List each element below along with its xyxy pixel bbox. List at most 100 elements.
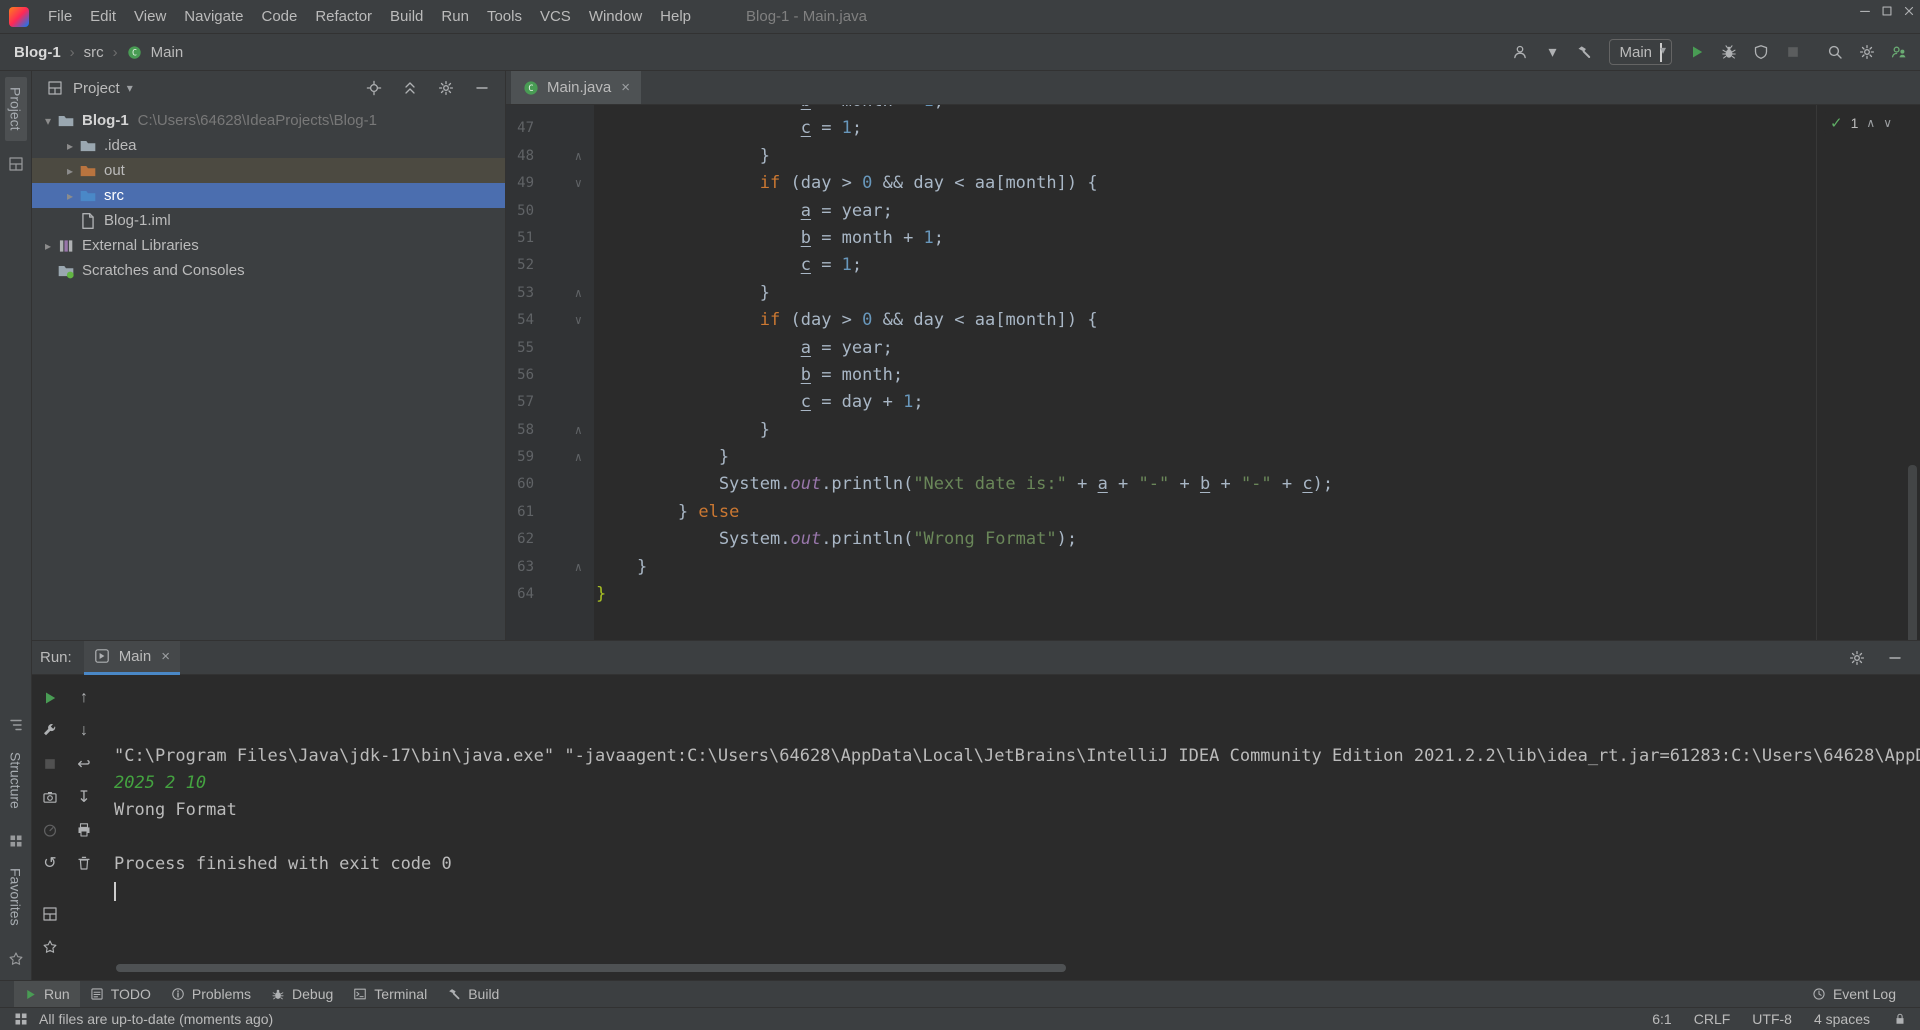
project-panel-title[interactable]: Project [73,80,120,97]
breadcrumb-item-blog-1[interactable]: Blog-1 [14,44,61,61]
bottom-tab-build[interactable]: Build [437,981,509,1008]
code-with-me-icon[interactable] [1888,41,1910,63]
win-close-icon[interactable] [1898,0,1920,22]
tree-item-blog-1-iml[interactable]: Blog-1.iml [32,208,505,233]
close-icon[interactable]: × [161,648,170,665]
code-line[interactable]: 58 ∧ } [506,417,1920,444]
status-6-1[interactable]: 6:1 [1652,1011,1671,1027]
search-icon[interactable] [1824,41,1846,63]
inspections-widget[interactable]: ✓ 1 ∧ ∨ [1824,112,1898,134]
win-min-icon[interactable] [1854,0,1876,22]
chevron-collapsed-icon[interactable]: ▸ [61,139,79,153]
scroll-end-icon[interactable]: ↧ [73,786,95,808]
lock-icon[interactable] [1892,1011,1908,1027]
chevron-down-icon[interactable]: ▾ [127,81,133,95]
toolwindows-icon[interactable] [39,903,61,925]
trash-icon[interactable] [73,852,95,874]
structure-icon[interactable] [5,714,27,736]
gear-icon[interactable] [435,77,457,99]
run-configuration-combo[interactable]: Main ▾ [1609,39,1672,65]
menu-run[interactable]: Run [432,0,478,33]
menu-vcs[interactable]: VCS [531,0,580,33]
tree-item-src[interactable]: ▸ src [32,183,505,208]
toolwindow-switcher-icon[interactable] [12,1010,30,1028]
code-line[interactable]: 50 a = year; [506,198,1920,225]
breadcrumb-item-main[interactable]: Main [151,44,184,61]
user-icon[interactable] [1509,41,1531,63]
console-horizontal-scrollbar[interactable] [116,964,1066,972]
star-icon[interactable] [5,948,27,970]
stripe-button-structure[interactable]: Structure [5,742,27,819]
code-line[interactable]: 62 System.out.println("Wrong Format"); [506,526,1920,553]
tree-item-blog-1[interactable]: ▾ Blog-1 C:\Users\64628\IdeaProjects\Blog-… [32,108,505,133]
collapse-all-icon[interactable] [399,77,421,99]
print-icon[interactable] [73,819,95,841]
status-crlf[interactable]: CRLF [1694,1011,1731,1027]
code-line[interactable]: 64} [506,581,1920,608]
fold-marker-icon[interactable]: ∨ [534,307,594,334]
menu-view[interactable]: View [125,0,175,33]
stripe-button-favorites[interactable]: Favorites [5,858,27,936]
status-4-spaces[interactable]: 4 spaces [1814,1011,1870,1027]
fold-marker-icon[interactable]: ∧ [534,280,594,307]
code-line[interactable]: 60 System.out.println("Next date is:" + … [506,471,1920,498]
code-line[interactable]: 52 c = 1; [506,252,1920,279]
menu-refactor[interactable]: Refactor [306,0,381,33]
pin-icon[interactable] [39,936,61,958]
softwrap-icon[interactable]: ↩ [73,753,95,775]
bottom-tab-todo[interactable]: TODO [80,981,161,1008]
status-utf-8[interactable]: UTF-8 [1752,1011,1792,1027]
stop-icon[interactable] [39,753,61,775]
code-line[interactable]: 63 ∧ } [506,554,1920,581]
code-line[interactable]: 49 ∨ if (day > 0 && day < aa[month]) { [506,170,1920,197]
menu-tools[interactable]: Tools [478,0,531,33]
code-line[interactable]: 47 c = 1; [506,115,1920,142]
code-area[interactable]: 46 b = month + 1;47 c = 1;48∧ }49∨ if (d… [506,105,1920,640]
menu-file[interactable]: File [39,0,81,33]
hide-icon[interactable] [471,77,493,99]
fold-marker-icon[interactable]: ∧ [534,444,594,471]
menu-navigate[interactable]: Navigate [175,0,252,33]
chevron-collapsed-icon[interactable]: ▸ [39,239,57,253]
fold-marker-icon[interactable]: ∧ [534,143,594,170]
screenshot-icon[interactable] [39,786,61,808]
tree-item-external-libraries[interactable]: ▸ External Libraries [32,233,505,258]
code-line[interactable]: 51 b = month + 1; [506,225,1920,252]
code-line[interactable]: 54 ∨ if (day > 0 && day < aa[month]) { [506,307,1920,334]
bug-icon[interactable] [1718,41,1740,63]
chevron-collapsed-icon[interactable]: ▸ [61,189,79,203]
close-icon[interactable]: × [621,79,630,96]
hide-icon[interactable] [1884,647,1906,669]
menu-help[interactable]: Help [651,0,700,33]
locate-icon[interactable] [363,77,385,99]
breadcrumb-item-src[interactable]: src [84,44,104,61]
caret-down-icon[interactable]: ▾ [1541,41,1563,63]
run-tab-main[interactable]: Main × [83,640,180,675]
editor-scrollbar[interactable] [1908,465,1917,640]
play-icon[interactable] [1686,41,1708,63]
next-problem-icon[interactable]: ∨ [1883,116,1892,130]
bottom-tab-terminal[interactable]: Terminal [343,981,437,1008]
bottom-tab-debug[interactable]: Debug [261,981,343,1008]
up-icon[interactable]: ↑ [73,687,95,709]
coverage-icon[interactable] [1750,41,1772,63]
rerun-icon[interactable] [39,687,61,709]
gear-icon[interactable] [1856,41,1878,63]
tree-item-out[interactable]: ▸ out [32,158,505,183]
win-max-icon[interactable] [1876,0,1898,22]
menu-edit[interactable]: Edit [81,0,125,33]
prev-problem-icon[interactable]: ∧ [1866,116,1875,130]
code-line[interactable]: 53 ∧ } [506,280,1920,307]
code-line[interactable]: 56 b = month; [506,362,1920,389]
stripe-button-project[interactable]: Project [4,77,27,141]
menu-build[interactable]: Build [381,0,432,33]
chevron-collapsed-icon[interactable]: ▸ [61,164,79,178]
menu-code[interactable]: Code [252,0,306,33]
bottom-tab-problems[interactable]: Problems [161,981,261,1008]
code-line[interactable]: 46 b = month + 1; [506,105,1920,115]
toolwindow-icon[interactable] [5,153,27,175]
code-line[interactable]: 55 a = year; [506,335,1920,362]
stop-icon[interactable] [1782,41,1804,63]
down-icon[interactable]: ↓ [73,720,95,742]
code-line[interactable]: 59 ∧ } [506,444,1920,471]
